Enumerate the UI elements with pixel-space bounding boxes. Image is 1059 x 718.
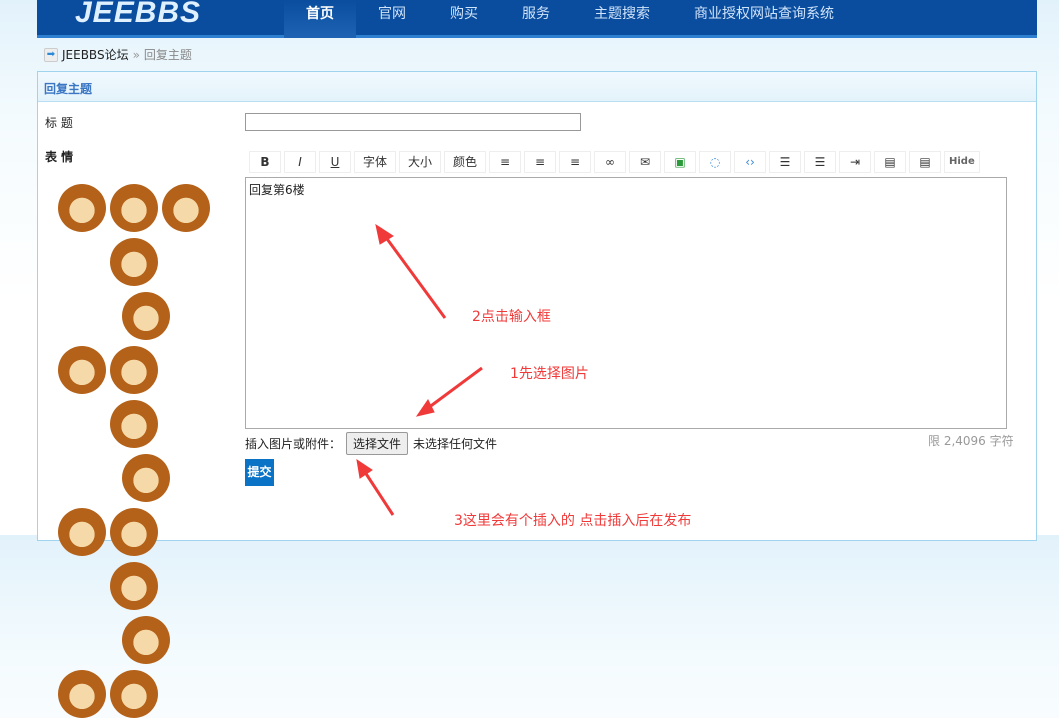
arrow-1-head — [415, 399, 435, 417]
arrow-3-head — [356, 458, 373, 479]
annotation-arrows — [356, 223, 483, 516]
emoticon[interactable] — [110, 670, 158, 718]
note-3: 3这里会有个插入的 点击插入后在发布 — [454, 513, 692, 529]
note-2: 2点击输入框 — [472, 309, 551, 325]
emoticon[interactable] — [110, 562, 158, 610]
arrow-2 — [380, 231, 447, 319]
note-1: 1先选择图片 — [510, 366, 589, 382]
emoticon[interactable] — [122, 616, 170, 664]
arrow-1 — [423, 366, 483, 413]
emoticon[interactable] — [58, 670, 106, 718]
